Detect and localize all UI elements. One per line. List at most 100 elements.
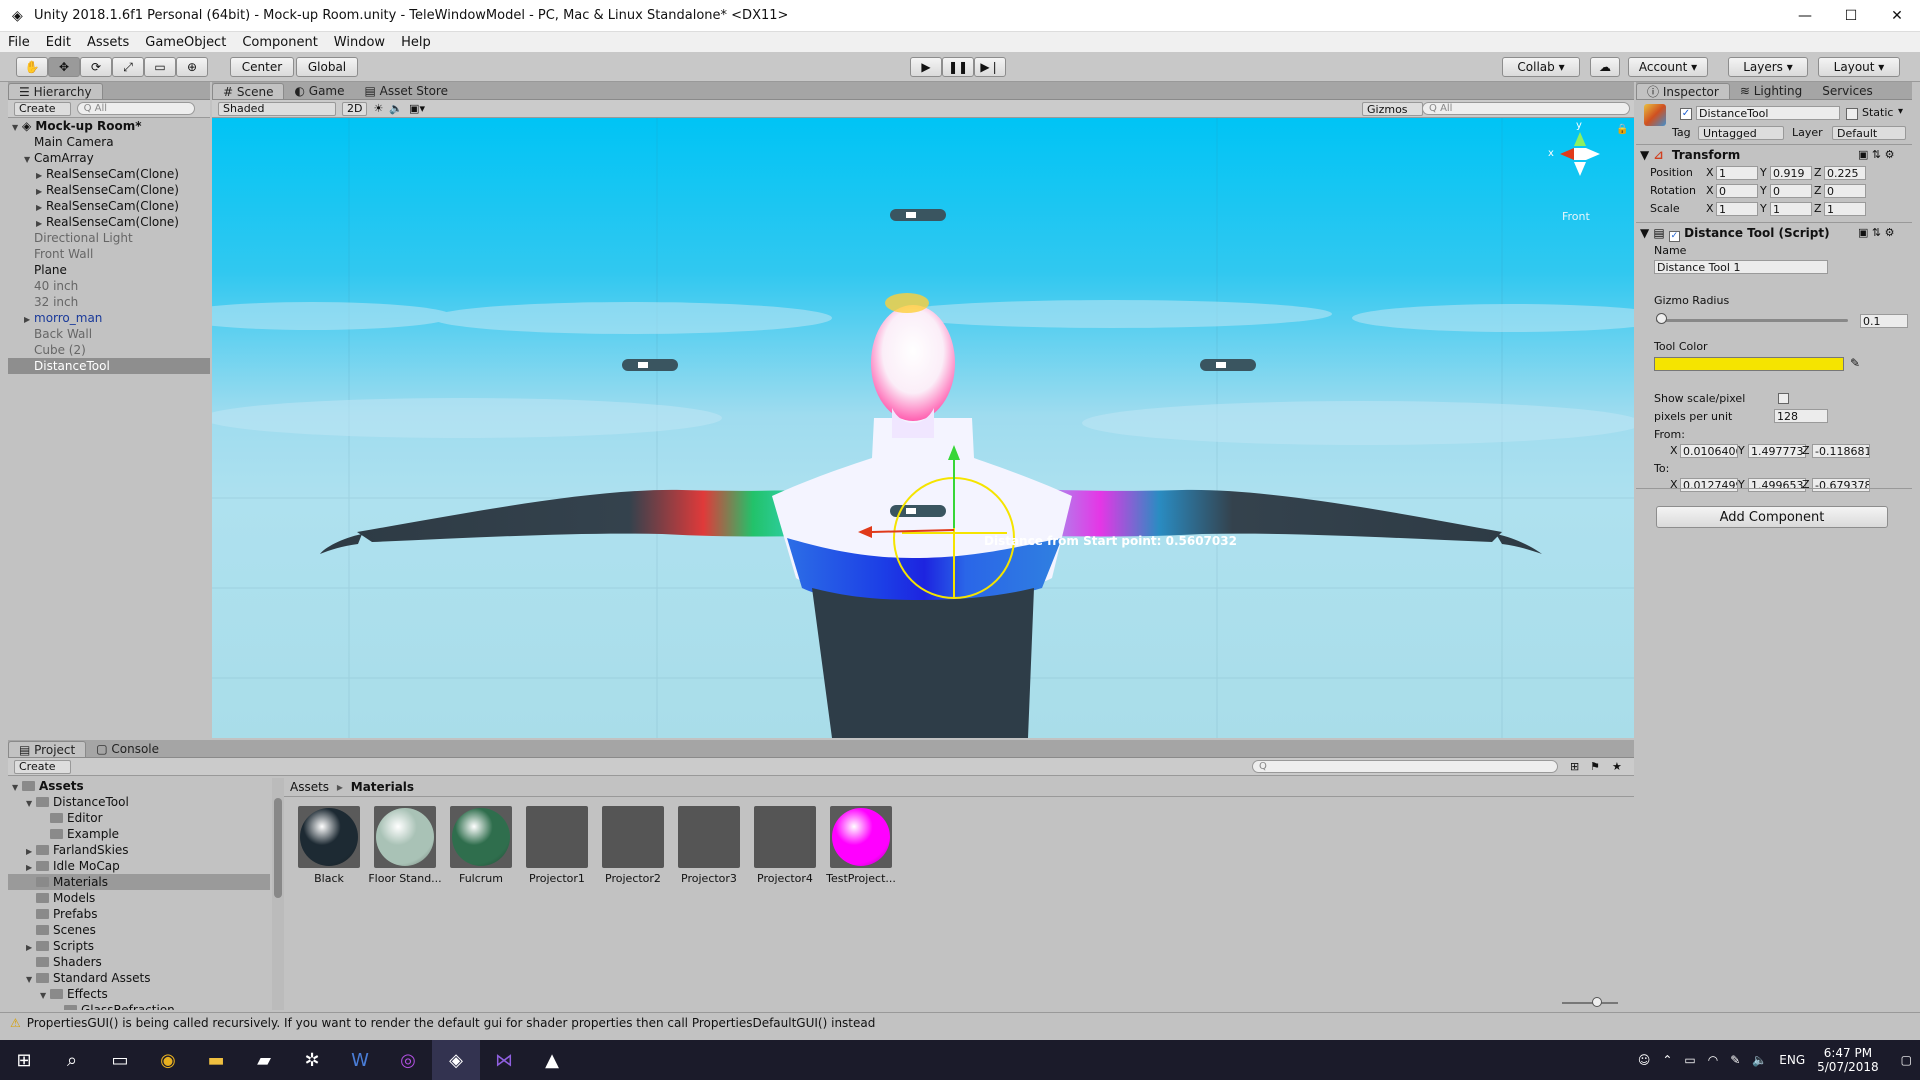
material-asset[interactable]: Projector4 <box>748 806 822 885</box>
volume-icon[interactable]: 🔈 <box>1752 1053 1767 1067</box>
position-y-field[interactable]: 0.919 <box>1770 166 1812 180</box>
material-asset[interactable]: Fulcrum <box>444 806 518 885</box>
people-icon[interactable]: ☺ <box>1638 1053 1651 1067</box>
project-folder-item[interactable]: Scenes <box>8 922 270 938</box>
language-indicator[interactable]: ENG <box>1779 1053 1805 1067</box>
tab-hierarchy[interactable]: ☰ Hierarchy <box>8 83 103 99</box>
minimize-button[interactable]: — <box>1782 0 1828 32</box>
menu-file[interactable]: File <box>0 35 38 50</box>
menu-window[interactable]: Window <box>326 35 393 50</box>
hierarchy-item[interactable]: 32 inch <box>8 294 210 310</box>
tab-console[interactable]: ▢ Console <box>86 741 169 757</box>
scene-search-input[interactable]: Q All <box>1422 102 1630 115</box>
project-folder-item[interactable]: Shaders <box>8 954 270 970</box>
rect-tool-icon[interactable]: ▭ <box>144 57 176 77</box>
menu-component[interactable]: Component <box>234 35 325 50</box>
material-asset[interactable]: Projector2 <box>596 806 670 885</box>
project-folder-item[interactable]: Materials <box>8 874 270 890</box>
maximize-button[interactable]: ☐ <box>1828 0 1874 32</box>
from-z-field[interactable]: -0.118681 <box>1812 444 1870 458</box>
hierarchy-item[interactable]: DistanceTool <box>8 358 210 374</box>
breadcrumb-assets[interactable]: Assets <box>290 780 329 794</box>
gizmo-radius-slider-thumb[interactable] <box>1656 313 1667 324</box>
show-scale-checkbox[interactable] <box>1778 393 1789 404</box>
pivot-global-button[interactable]: Global <box>296 57 358 77</box>
pen-icon[interactable]: ✎ <box>1730 1053 1740 1067</box>
scale-x-field[interactable]: 1 <box>1716 202 1758 216</box>
hierarchy-item[interactable]: ▶ RealSenseCam(Clone) <box>8 198 210 214</box>
project-folder-item[interactable]: ▼ DistanceTool <box>8 794 270 810</box>
pivot-center-button[interactable]: Center <box>230 57 294 77</box>
view-orientation-gizmo[interactable] <box>1556 128 1612 184</box>
tool-color-swatch[interactable] <box>1654 357 1844 371</box>
play-button[interactable]: ▶ <box>910 57 942 77</box>
project-folder-item[interactable]: Example <box>8 826 270 842</box>
hierarchy-search-input[interactable]: Q All <box>76 102 195 115</box>
scene-lock-icon[interactable]: 🔒 <box>1616 124 1628 135</box>
favorite-icon[interactable]: ★ <box>1612 760 1622 773</box>
media-app-icon[interactable]: ◎ <box>384 1040 432 1080</box>
project-folder-item[interactable]: ▶ Scripts <box>8 938 270 954</box>
hierarchy-item[interactable]: 40 inch <box>8 278 210 294</box>
filter-label-icon[interactable]: ⚑ <box>1590 760 1600 773</box>
script-enabled-checkbox[interactable]: ✓ <box>1668 231 1680 242</box>
hierarchy-item[interactable]: ▶ RealSenseCam(Clone) <box>8 166 210 182</box>
thumbnail-size-slider[interactable] <box>1562 1002 1618 1004</box>
tool-name-field[interactable]: Distance Tool 1 <box>1654 260 1828 274</box>
project-folder-item[interactable]: ▼ Effects <box>8 986 270 1002</box>
scene-root-row[interactable]: ▼ ◈ Mock-up Room* <box>8 118 210 134</box>
lighting-toggle-icon[interactable]: ☀ <box>373 102 383 115</box>
account-dropdown[interactable]: Account ▾ <box>1628 57 1708 77</box>
sticky-notes-icon[interactable]: ▰ <box>240 1040 288 1080</box>
project-create-dropdown[interactable]: Create <box>14 759 71 774</box>
scene-viewport[interactable]: y x Front 🔒 Distance from Start point: 0… <box>212 118 1634 738</box>
tab-services[interactable]: Services <box>1812 83 1883 99</box>
chrome-icon[interactable]: ◉ <box>144 1040 192 1080</box>
rotate-tool-icon[interactable]: ⟳ <box>80 57 112 77</box>
active-checkbox[interactable]: ✓ <box>1680 108 1692 120</box>
position-x-field[interactable]: 1 <box>1716 166 1758 180</box>
project-folder-item[interactable]: ▼ Assets <box>8 778 270 794</box>
unity-app-icon[interactable]: ◈ <box>432 1040 480 1080</box>
effects-dropdown-icon[interactable]: ▣▾ <box>409 102 425 115</box>
expand-arrow-icon[interactable]: ▼ <box>12 120 22 136</box>
material-asset[interactable]: Black <box>292 806 366 885</box>
hierarchy-item[interactable]: Front Wall <box>8 246 210 262</box>
visual-studio-icon[interactable]: ⋈ <box>480 1040 528 1080</box>
tab-project[interactable]: ▤ Project <box>8 741 87 757</box>
hierarchy-item[interactable]: Plane <box>8 262 210 278</box>
static-dropdown-icon[interactable]: ▾ <box>1898 106 1903 117</box>
layers-dropdown[interactable]: Layers ▾ <box>1728 57 1808 77</box>
tab-game[interactable]: ◐ Game <box>284 83 354 99</box>
show-hidden-icons-chevron[interactable]: ⌃ <box>1662 1053 1672 1067</box>
transform-tool-icon[interactable]: ⊕ <box>176 57 208 77</box>
tab-scene[interactable]: # Scene <box>212 83 285 99</box>
from-y-field[interactable]: 1.497773 <box>1748 444 1806 458</box>
layer-dropdown[interactable]: Default <box>1832 126 1906 140</box>
menu-edit[interactable]: Edit <box>38 35 79 50</box>
static-checkbox[interactable] <box>1846 108 1858 120</box>
project-folder-item[interactable]: ▼ Standard Assets <box>8 970 270 986</box>
audio-toggle-icon[interactable]: 🔈 <box>389 102 403 115</box>
clock[interactable]: 6:47 PM 5/07/2018 <box>1817 1046 1879 1074</box>
pause-button[interactable]: ❚❚ <box>942 57 974 77</box>
expand-arrow-icon[interactable]: ▼ <box>24 152 34 168</box>
scale-tool-icon[interactable]: ⤢ <box>112 57 144 77</box>
2d-toggle-button[interactable]: 2D <box>342 101 368 116</box>
object-name-field[interactable]: DistanceTool <box>1696 106 1840 120</box>
project-tree-scrollbar[interactable] <box>272 778 284 1010</box>
hierarchy-item[interactable]: ▶ RealSenseCam(Clone) <box>8 214 210 230</box>
material-asset[interactable]: Projector3 <box>672 806 746 885</box>
script-header[interactable]: ▼ ▤ ✓ Distance Tool (Script) <box>1640 226 1830 242</box>
project-folder-item[interactable]: Editor <box>8 810 270 826</box>
add-component-button[interactable]: Add Component <box>1656 506 1888 528</box>
photos-icon[interactable]: ▲ <box>528 1040 576 1080</box>
cloud-icon[interactable]: ☁ <box>1590 57 1620 77</box>
ppu-field[interactable]: 128 <box>1774 409 1828 423</box>
to-z-field[interactable]: -0.679378 <box>1812 478 1870 492</box>
search-icon[interactable]: ⌕ <box>48 1040 96 1080</box>
folder-expand-arrow-icon[interactable]: ▼ <box>40 988 50 1004</box>
rotation-y-field[interactable]: 0 <box>1770 184 1812 198</box>
hierarchy-item[interactable]: Main Camera <box>8 134 210 150</box>
breadcrumb-materials[interactable]: Materials <box>351 780 414 794</box>
